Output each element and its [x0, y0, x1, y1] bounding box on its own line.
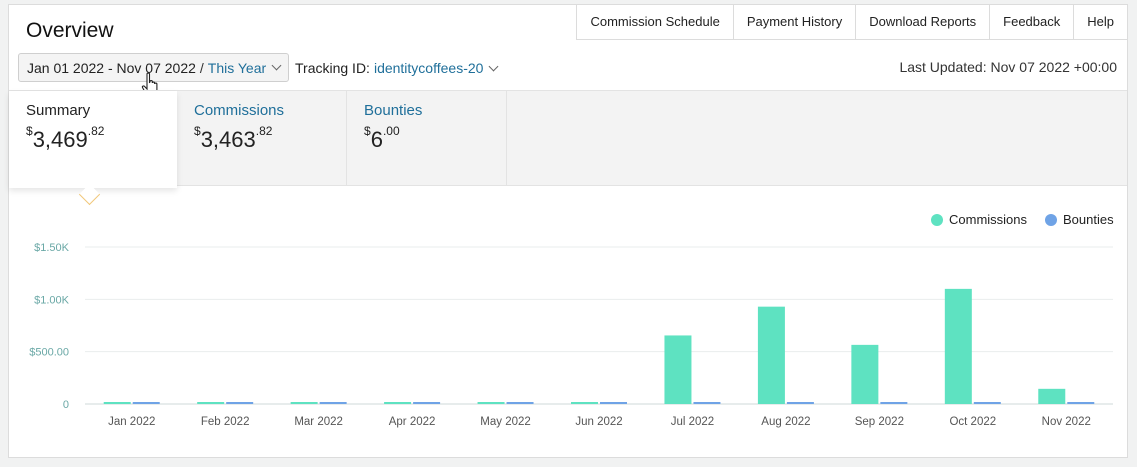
bounties-bar: [973, 402, 1001, 404]
x-tick-label: Sep 2022: [855, 416, 904, 428]
commissions-bar: [1038, 388, 1066, 404]
y-tick-label: $1.50K: [34, 242, 70, 254]
bounties-bar: [413, 402, 441, 404]
overview-panel: Overview Commission Schedule Payment His…: [8, 4, 1128, 458]
y-tick-label: 0: [63, 399, 69, 411]
commissions-bar: [664, 335, 692, 404]
x-tick-label: Aug 2022: [761, 416, 810, 428]
bounties-bar: [132, 402, 160, 404]
x-tick-label: Mar 2022: [294, 416, 343, 428]
bounties-bar: [693, 402, 721, 404]
bounties-bar: [226, 402, 254, 404]
commissions-bar: [571, 402, 598, 404]
tab-summary[interactable]: Summary $3,469.82: [9, 91, 177, 188]
commissions-bar: [851, 344, 879, 404]
x-tick-label: Jul 2022: [671, 416, 714, 428]
commissions-bar: [103, 402, 131, 404]
x-tick-label: Oct 2022: [949, 416, 996, 428]
tab-summary-label: Summary: [26, 102, 91, 119]
commissions-bar: [477, 402, 505, 404]
x-tick-label: Feb 2022: [201, 416, 250, 428]
bounties-bar: [1067, 402, 1095, 404]
bounties-bar: [880, 402, 908, 404]
commissions-bar: [944, 288, 972, 404]
x-tick-label: Jun 2022: [575, 416, 622, 428]
bounties-bar: [506, 402, 534, 404]
y-tick-label: $500.00: [29, 347, 69, 359]
summary-amount: $3,469.82: [26, 124, 105, 152]
x-tick-label: Jan 2022: [108, 416, 155, 428]
bounties-bar: [786, 402, 814, 404]
commissions-bar: [757, 306, 785, 404]
commissions-bar: [384, 402, 412, 404]
commissions-bar: [290, 402, 318, 404]
bounties-bar: [319, 402, 347, 404]
bounties-bar: [600, 402, 627, 404]
commissions-bar: [197, 402, 225, 404]
x-tick-label: Nov 2022: [1042, 416, 1091, 428]
y-tick-label: $1.00K: [34, 294, 70, 306]
x-tick-label: Apr 2022: [389, 416, 436, 428]
earnings-bar-chart: 0 $500.00 $1.00K $1.50K Jan 2022 Feb 2022 Mar …: [29, 242, 1113, 428]
x-tick-label: May 2022: [480, 416, 531, 428]
